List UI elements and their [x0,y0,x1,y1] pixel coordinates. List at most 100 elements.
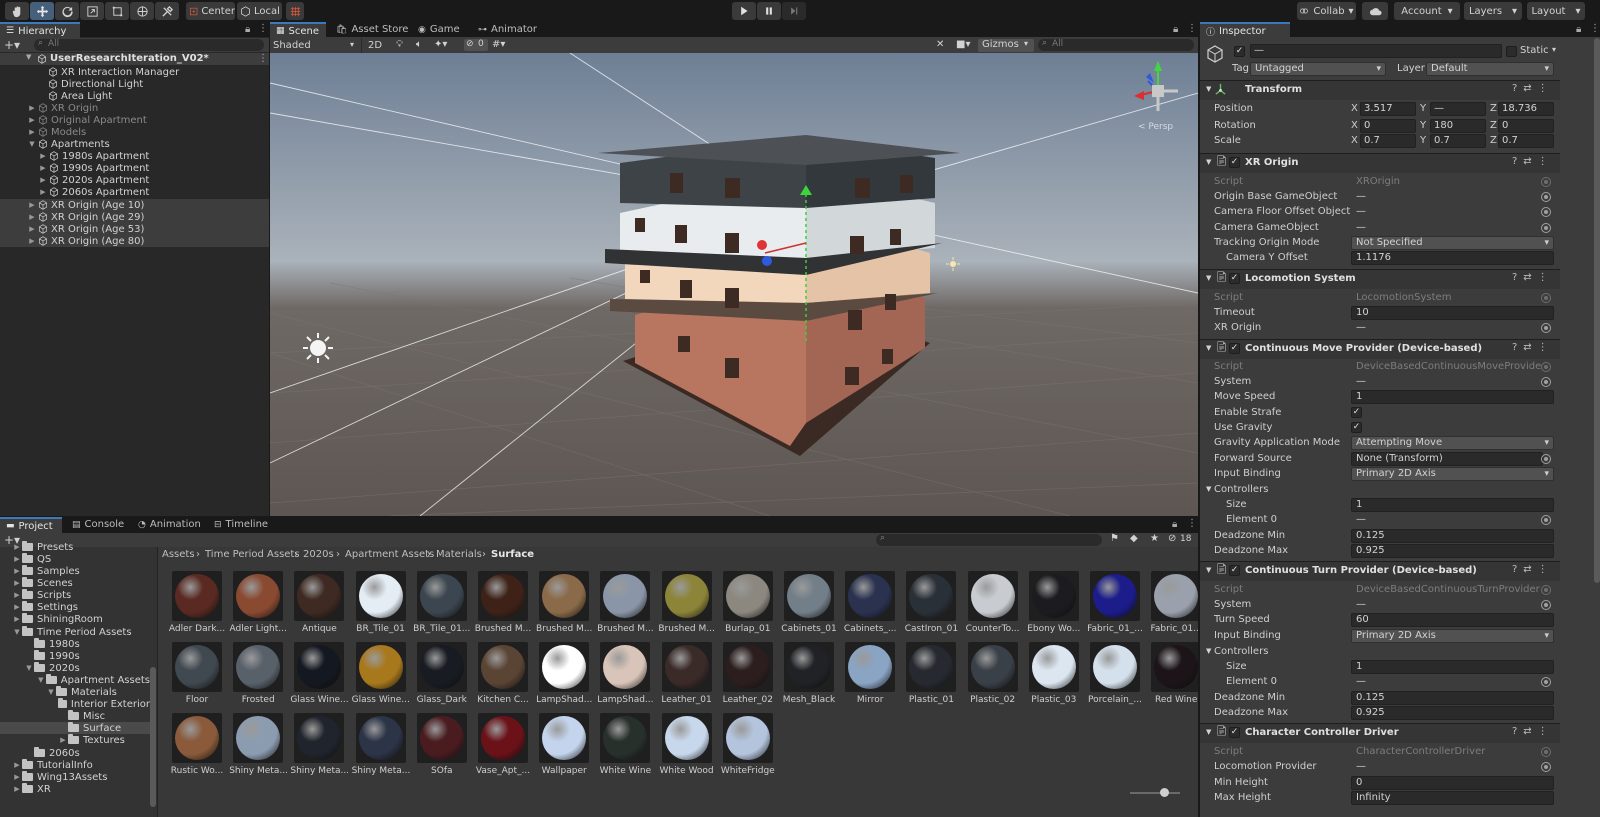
material-asset[interactable]: Shiny Meta... [290,713,348,785]
material-asset[interactable]: BR_Tile_01 [352,571,410,643]
scene-header-row[interactable]: ▼ UserResearchIteration_V02* ⋮ [0,53,269,65]
expand-arrow-icon[interactable]: ▼ [36,676,46,684]
min-height-field[interactable]: 0 [1351,776,1554,790]
tab-timeline[interactable]: ⊟ Timeline [208,517,274,532]
folder-tree-item[interactable]: ▼ Time Period Assets [0,626,150,638]
grid-toggle-icon[interactable]: #▾ [492,39,505,50]
hidden-objects-toggle[interactable]: ⊘ 0 [464,39,488,51]
hierarchy-item[interactable]: Directional Light [0,78,269,90]
material-asset[interactable]: Adler Dark... [168,571,226,643]
breadcrumb-item[interactable]: Apartment Assets [345,549,434,560]
material-asset[interactable]: Vase_Apt_... [474,713,532,785]
folder-tree-item[interactable]: ▶ Scenes [0,577,150,589]
breadcrumb-item[interactable]: 2020s [303,549,334,560]
position-x-field[interactable]: 3.517 [1360,102,1416,116]
material-asset[interactable]: Shiny Meta... [352,713,410,785]
rotation-z-field[interactable]: 0 [1498,119,1554,133]
material-asset[interactable]: Mesh_Black [780,642,838,714]
component-header-icons[interactable]: ?⇄⋮ [1512,564,1554,575]
folder-tree-item[interactable]: ▼ Apartment Assets [0,674,150,686]
scale-x-field[interactable]: 0.7 [1360,134,1416,148]
hierarchy-item[interactable]: ▶ XR Origin (Age 53) [0,223,269,235]
folder-tree-item[interactable]: 2060s [0,747,150,759]
shading-mode-dropdown[interactable]: Shaded ▾ [270,38,362,53]
material-asset[interactable]: BR_Tile_01... [413,571,471,643]
rect-tool-button[interactable] [105,2,129,20]
material-asset[interactable]: WhiteFridge [719,713,777,785]
folder-tree-item[interactable]: ▶ Presets [0,541,150,553]
gravity-mode-dropdown[interactable]: Attempting Move [1351,436,1554,450]
hierarchy-item[interactable]: ▼ Apartments [0,138,269,150]
folder-tree-item[interactable]: ▶ ShiningRoom [0,613,150,625]
grid-snap-button[interactable] [286,2,304,20]
material-asset[interactable]: Glass_Dark [413,642,471,714]
input-binding-dropdown[interactable]: Primary 2D Axis [1351,629,1554,643]
expand-arrow-icon[interactable]: ▶ [39,188,47,196]
expand-arrow-icon[interactable]: ▼ [24,664,34,672]
rotation-x-field[interactable]: 0 [1360,119,1416,133]
scene-viewport[interactable] [270,53,1198,516]
play-button[interactable] [732,2,756,20]
rotate-tool-button[interactable] [55,2,79,20]
tab-hierarchy[interactable]: ☰ Hierarchy [0,22,80,38]
chevron-down-icon[interactable]: ▼ [1206,485,1211,493]
material-asset[interactable]: Wallpaper [535,713,593,785]
material-asset[interactable]: Ebony Wo... [1025,571,1083,643]
folder-tree-item[interactable]: Interior Exterior [0,698,150,710]
material-asset[interactable]: Cabinets_01 [780,571,838,643]
scale-tool-button[interactable] [80,2,104,20]
hierarchy-item[interactable]: ▶ 1990s Apartment [0,162,269,174]
folder-tree-item[interactable]: ▶ Settings [0,601,150,613]
breadcrumb-item[interactable]: Materials [436,549,482,560]
position-z-field[interactable]: 18.736 [1498,102,1554,116]
folder-tree-item[interactable]: ▼ 2020s [0,662,150,674]
tag-dropdown[interactable]: Untagged [1250,62,1386,76]
object-picker-icon[interactable] [1541,192,1551,202]
tab-game[interactable]: ◉ Game [412,22,466,37]
create-button[interactable]: +▾ [4,38,20,52]
custom-tool-button[interactable] [155,2,179,20]
hierarchy-item[interactable]: ▶ XR Origin (Age 29) [0,211,269,223]
tab-console[interactable]: ▤ Console [66,517,130,532]
size-field[interactable]: 1 [1351,660,1554,674]
object-name-field[interactable]: — [1250,44,1502,58]
expand-arrow-icon[interactable]: ▶ [39,176,47,184]
zoom-slider-handle[interactable] [1160,788,1169,797]
filter-type-icon[interactable]: ⚑ [1110,533,1119,544]
more-menu-icon[interactable]: ⋮ [1187,518,1197,529]
directional-light-gizmo-icon[interactable] [303,333,333,363]
expand-arrow-icon[interactable]: ▶ [12,603,22,611]
more-menu-icon[interactable]: ⋮ [258,23,268,34]
zoom-slider[interactable] [1130,788,1180,797]
lighting-icon[interactable]: 💡︎ [396,39,403,50]
material-asset[interactable]: Fabric_01... [1147,571,1198,643]
material-asset[interactable]: Brushed M... [474,571,532,643]
label-icon[interactable]: ◆ [1130,533,1138,544]
audio-icon[interactable]: 🔈︎ [416,39,422,50]
material-asset[interactable]: Floor [168,642,226,714]
folder-tree-item[interactable]: ▶ XR [0,783,150,795]
ccd-enabled-checkbox[interactable]: ✓ [1229,727,1240,738]
use-gravity-checkbox[interactable]: ✓ [1351,422,1362,433]
expand-arrow-icon[interactable]: ▶ [28,128,36,136]
expand-arrow-icon[interactable]: ▶ [12,615,22,623]
material-asset[interactable]: Brushed M... [535,571,593,643]
tab-animator[interactable]: ⊶ Animator [472,22,543,37]
step-button[interactable] [782,2,806,20]
object-picker-icon[interactable] [1541,323,1551,333]
object-picker-icon[interactable] [1541,207,1551,217]
tab-animation[interactable]: ◔ Animation [132,517,207,532]
expand-arrow-icon[interactable]: ▶ [12,761,22,769]
material-asset[interactable]: White Wood [658,713,716,785]
move-tool-button[interactable] [30,2,54,20]
expand-arrow-icon[interactable]: ▶ [28,116,36,124]
lock-icon[interactable]: 🔒︎ [1173,24,1178,35]
move-enabled-checkbox[interactable]: ✓ [1229,343,1240,354]
xr-origin-enabled-checkbox[interactable]: ✓ [1229,157,1240,168]
transform-tool-button[interactable] [130,2,154,20]
component-header-icons[interactable]: ?⇄⋮ [1512,83,1554,94]
folder-tree-item[interactable]: ▼ Materials [0,686,150,698]
gizmos-dropdown[interactable]: Gizmos ▾ [978,39,1034,52]
component-header-icons[interactable]: ?⇄⋮ [1512,726,1554,737]
pivot-mode-toggle[interactable]: Center [186,2,235,20]
